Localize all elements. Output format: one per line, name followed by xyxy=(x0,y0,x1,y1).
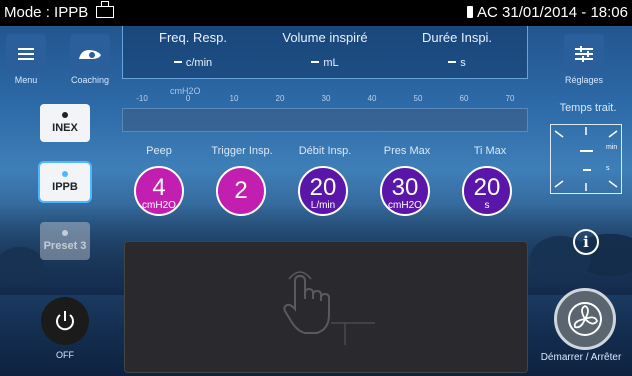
ruler-tick-label: 30 xyxy=(321,94,331,103)
mode-ippb-button[interactable]: IPPB xyxy=(40,163,90,201)
ac-label: AC xyxy=(477,4,498,21)
power-button[interactable] xyxy=(41,297,89,345)
battery-icon xyxy=(467,6,474,18)
timer-s-label: s xyxy=(606,165,610,172)
start-stop-label: Démarrer / Arrêter xyxy=(540,352,622,363)
hamburger-icon xyxy=(18,48,34,60)
info-icon[interactable]: i xyxy=(573,229,599,255)
ruler-tick-label: 10 xyxy=(229,94,239,103)
status-bar: Mode : IPPB AC 31/01/2014 - 18:06 xyxy=(0,0,632,26)
coaching-label: Coaching xyxy=(70,75,110,85)
pressure-bar xyxy=(122,108,528,132)
indicator-dot xyxy=(62,171,68,177)
indicator-dot xyxy=(62,230,68,236)
ti-max-control[interactable]: 20 s xyxy=(462,166,512,216)
ruler-tick-label: 40 xyxy=(367,94,377,103)
trigger-insp-control[interactable]: 2 xyxy=(216,166,266,216)
ruler-tick-label: -10 xyxy=(136,94,148,103)
fan-icon xyxy=(568,302,602,336)
menu-button[interactable] xyxy=(6,34,46,74)
coaching-button[interactable] xyxy=(70,34,110,74)
pres-max-control[interactable]: 30 cmH2O xyxy=(380,166,430,216)
volume-inspire: Volume inspiré mL xyxy=(282,30,368,69)
duree-inspi: Durée Inspi. s xyxy=(421,30,493,69)
device-icon xyxy=(96,1,115,18)
status-right: AC 31/01/2014 - 18:06 xyxy=(467,0,628,26)
treatment-time-label: Temps trait. xyxy=(559,102,617,114)
timer-dial xyxy=(554,127,618,191)
hand-pointer-icon xyxy=(283,271,375,345)
start-stop-button[interactable] xyxy=(554,288,616,350)
indicator-dot xyxy=(62,112,68,118)
datetime: 31/01/2014 - 18:06 xyxy=(502,4,628,21)
power-label: OFF xyxy=(56,350,74,360)
ruler-tick-label: 20 xyxy=(275,94,285,103)
power-icon xyxy=(56,311,74,331)
ti-max-label: Ti Max xyxy=(473,145,507,157)
mode-preset3-button[interactable]: Preset 3 xyxy=(40,222,90,260)
sliders-icon xyxy=(575,46,593,62)
touch-panel[interactable] xyxy=(124,241,528,373)
freq-resp: Freq. Resp. c/min xyxy=(159,30,227,69)
settings-label: Réglages xyxy=(564,75,604,85)
ruler-tick-label: 0 xyxy=(185,94,191,103)
debit-insp-control[interactable]: 20 L/min xyxy=(298,166,348,216)
ruler-tick-label: 60 xyxy=(459,94,469,103)
mode-inex-button[interactable]: INEX xyxy=(40,104,90,142)
pressure-scale: -10 0 10 20 30 40 50 60 70 xyxy=(122,94,526,106)
treatment-timer: min s xyxy=(550,124,622,194)
peep-control[interactable]: 4 cmH2O xyxy=(134,166,184,216)
menu-label: Menu xyxy=(14,75,38,85)
pressure-gauge: -10 0 10 20 30 40 50 60 70 xyxy=(122,94,528,132)
coaching-icon xyxy=(79,50,101,59)
mode-label: Mode : IPPB xyxy=(4,0,115,26)
params-panel: Freq. Resp. c/min Volume inspiré mL Durée … xyxy=(122,26,528,79)
ruler-tick-label: 70 xyxy=(505,94,515,103)
ruler-tick-label: 50 xyxy=(413,94,423,103)
settings-button[interactable] xyxy=(564,34,604,74)
timer-min-label: min xyxy=(606,144,618,151)
